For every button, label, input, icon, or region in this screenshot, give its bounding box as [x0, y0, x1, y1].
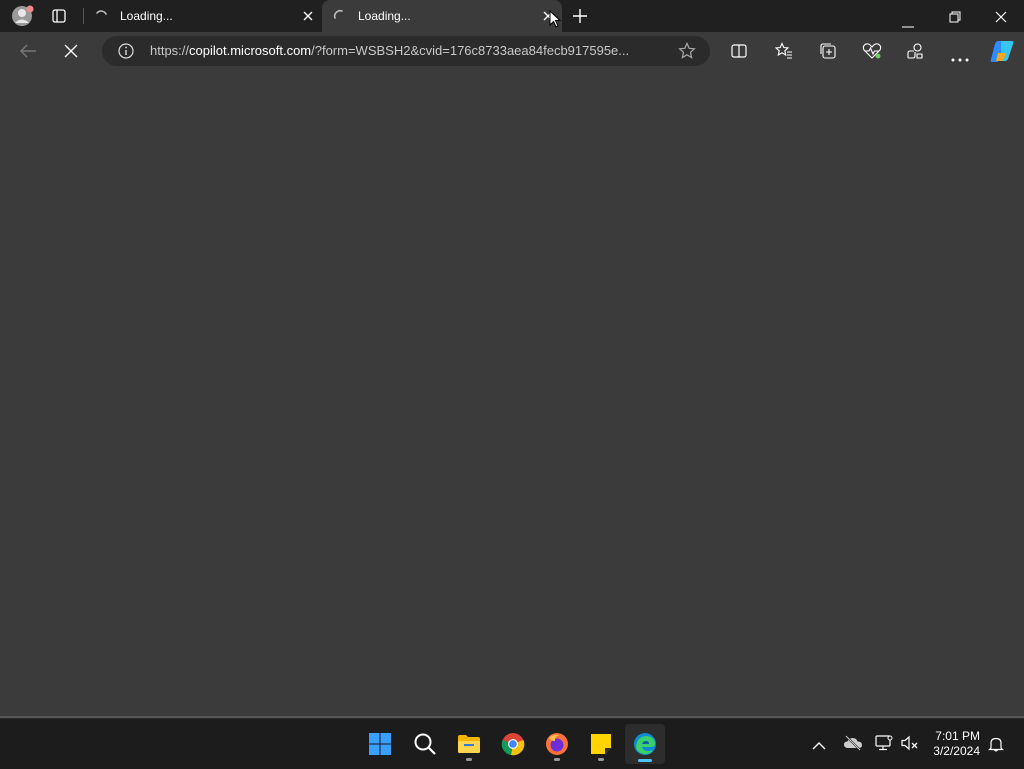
onedrive-offline-icon[interactable]	[843, 735, 863, 756]
tab-label: Loading...	[358, 9, 411, 23]
notifications-bell-icon[interactable]	[988, 736, 1004, 757]
new-tab-icon[interactable]	[572, 8, 588, 29]
copilot-icon[interactable]	[989, 39, 1015, 68]
system-clock[interactable]: 7:01 PM 3/2/2024	[933, 729, 980, 759]
loading-spinner-icon	[94, 9, 108, 28]
tab-close-icon[interactable]	[302, 9, 314, 27]
running-indicator	[598, 758, 604, 761]
clock-date: 3/2/2024	[933, 744, 980, 758]
network-icon[interactable]	[875, 735, 893, 756]
minimize-icon[interactable]	[902, 15, 914, 33]
browser-essentials-icon[interactable]	[862, 42, 882, 65]
tab-label: Loading...	[120, 9, 173, 23]
file-explorer-icon	[458, 735, 480, 753]
browser-toolbar: https://copilot.microsoft.com/?form=WSBS…	[0, 32, 1024, 70]
back-icon[interactable]	[19, 43, 37, 64]
url-scheme: https://	[150, 43, 190, 58]
address-bar[interactable]: https://copilot.microsoft.com/?form=WSBS…	[102, 36, 710, 66]
start-button[interactable]	[360, 724, 400, 764]
sticky-notes-button[interactable]	[581, 724, 621, 764]
site-info-icon[interactable]	[118, 43, 134, 64]
search-button[interactable]	[405, 724, 445, 764]
file-explorer-button[interactable]	[449, 724, 489, 764]
favorites-icon[interactable]	[774, 42, 793, 65]
title-bar: Loading... Loading...	[0, 0, 1024, 32]
loading-spinner-icon	[332, 9, 346, 28]
show-hidden-icons-chevron-icon[interactable]	[812, 738, 826, 756]
firefox-button[interactable]	[537, 724, 577, 764]
more-menu-icon[interactable]	[951, 49, 969, 67]
start-icon	[369, 733, 391, 755]
chrome-icon	[501, 733, 525, 756]
chrome-button[interactable]	[493, 724, 533, 764]
favorite-star-icon[interactable]	[678, 42, 696, 65]
volume-muted-icon[interactable]	[901, 735, 919, 756]
collections-icon[interactable]	[819, 42, 837, 65]
url-text[interactable]: https://copilot.microsoft.com/?form=WSBS…	[150, 43, 629, 58]
url-host: copilot.microsoft.com	[189, 43, 312, 58]
active-app-indicator	[638, 759, 652, 762]
profile-avatar-icon[interactable]	[10, 5, 34, 32]
tab-2-active[interactable]: Loading...	[322, 0, 562, 32]
mouse-cursor-icon	[549, 9, 562, 33]
edge-button[interactable]	[625, 724, 665, 764]
search-icon	[414, 733, 436, 755]
page-content	[0, 70, 1024, 718]
split-screen-icon[interactable]	[731, 43, 747, 64]
running-indicator	[466, 758, 472, 761]
tab-1[interactable]: Loading...	[84, 0, 322, 32]
taskbar: 7:01 PM 3/2/2024	[0, 718, 1024, 769]
stop-loading-icon[interactable]	[64, 44, 78, 63]
url-path: /?form=WSBSH2&cvid=176c8733aea84fecb9175…	[311, 43, 630, 58]
tab-actions-icon[interactable]	[52, 9, 66, 28]
close-window-icon[interactable]	[995, 10, 1007, 28]
firefox-icon	[546, 733, 568, 755]
edge-icon	[634, 733, 656, 755]
running-indicator	[554, 758, 560, 761]
clock-time: 7:01 PM	[935, 729, 980, 743]
sticky-notes-icon	[591, 734, 611, 754]
extensions-icon[interactable]	[906, 42, 924, 65]
restore-icon[interactable]	[949, 10, 961, 28]
